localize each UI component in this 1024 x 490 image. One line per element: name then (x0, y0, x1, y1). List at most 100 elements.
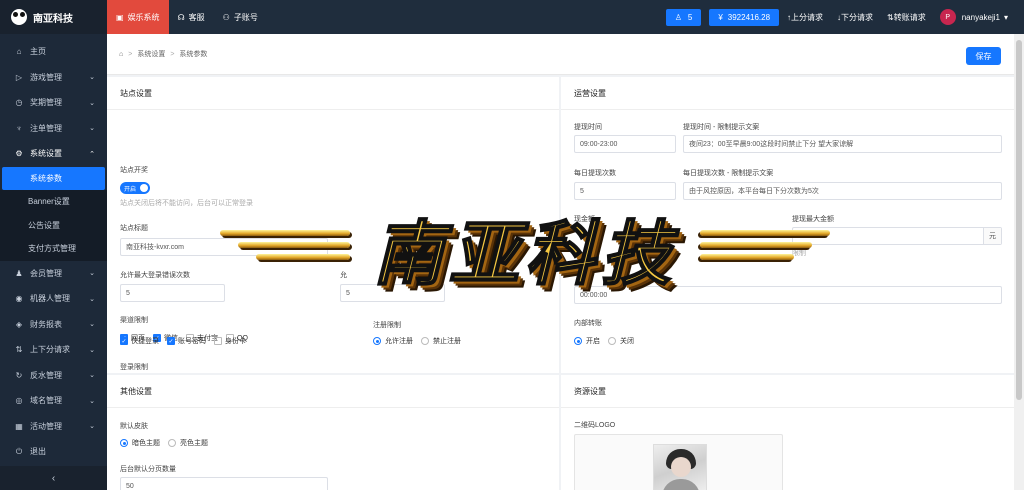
user-icon: ♙ (674, 12, 682, 22)
input-value: 5 (346, 289, 350, 297)
resources-card: 资源设置 二维码LOGO (561, 375, 1014, 490)
chevron-left-icon: ‹ (51, 472, 56, 484)
transfer-request-link[interactable]: ⇅转账请求 (887, 12, 926, 23)
sidebar-sub-banner[interactable]: Banner设置 (0, 190, 107, 214)
sidebar-sub-params[interactable]: 系统参数 (2, 166, 105, 190)
sidebar-item-robots[interactable]: ◉ 机器人管理 ⌄ (0, 286, 107, 312)
page-size-input[interactable]: 50 (120, 477, 328, 490)
login-password-checkbox[interactable]: ✓ 账号密码 (167, 336, 206, 346)
balance-button[interactable]: ¥ 3922416.28 (709, 8, 780, 26)
sidebar-item-label: 反水管理 (30, 370, 62, 380)
register-deny-radio[interactable]: 禁止注册 (421, 336, 461, 346)
sidebar-item-rebate[interactable]: ↻ 反水管理 ⌄ (0, 363, 107, 389)
sidebar-menu: ⌂ 主页 ▷ 游戏管理 ⌄ ◷ 奖期管理 ⌄ ♆ 注单管理 ⌄ ⚙ 系统设置 ⌃… (0, 34, 107, 465)
sidebar-item-members[interactable]: ♟ 会员管理 ⌄ (0, 261, 107, 287)
option-label: 允许注册 (385, 338, 413, 345)
login-idcard-checkbox[interactable]: 身份卡 (214, 336, 246, 346)
user-menu[interactable]: P nanyakeji1 ▾ (939, 9, 1008, 25)
qr-logo-upload[interactable] (574, 434, 783, 490)
page-scrollbar[interactable] (1014, 34, 1024, 490)
home-icon[interactable]: ⌂ (119, 51, 123, 58)
option-label: 暗色主题 (132, 440, 160, 447)
max-amount-input[interactable]: 元 (792, 227, 1002, 245)
input-value: 5 (126, 289, 130, 297)
card-title: 运营设置 (561, 77, 1014, 110)
sidebar-item-transfers[interactable]: ⇅ 上下分请求 ⌄ (0, 337, 107, 363)
daily-withdraw-times-label: 每日提现次数 (574, 170, 616, 177)
sidebar-sub-notice[interactable]: 公告设置 (0, 213, 107, 237)
option-label: 账号密码 (178, 338, 206, 345)
scrollbar-thumb[interactable] (1016, 40, 1022, 400)
collapse-sidebar-button[interactable]: ‹ (0, 466, 107, 490)
internal-off-radio[interactable]: 关闭 (608, 336, 634, 346)
sidebar-item-domains[interactable]: ◎ 域名管理 ⌄ (0, 388, 107, 414)
check-icon: ✓ (167, 337, 175, 345)
topbar: ▣ 娱乐系统 ☊ 客服 ⚇ 子账号 ♙ 5 ¥ 3922416.28 ↑上分请求… (107, 0, 1024, 34)
internal-transfer-group: 开启 关闭 (574, 336, 642, 346)
down-request-label: 下分请求 (841, 12, 874, 22)
report-icon: ◈ (15, 319, 23, 329)
withdraw-time-input[interactable]: 09:00-23:00 (574, 135, 676, 153)
chevron-down-icon: ⌄ (89, 372, 95, 380)
sidebar-item-finance[interactable]: ◈ 财务报表 ⌄ (0, 312, 107, 338)
radio-dot (120, 439, 128, 447)
gear-icon: ⚙ (15, 149, 23, 159)
sidebar-item-periods[interactable]: ◷ 奖期管理 ⌄ (0, 90, 107, 116)
main-content: ⌂ > 系统设置 > 系统参数 保存 站点设置 站点开奖 开启 站点关闭后将不能… (107, 34, 1014, 490)
chevron-down-icon: ⌄ (89, 423, 95, 431)
topnav-subaccount[interactable]: ⚇ 子账号 (214, 0, 267, 34)
chevron-down-icon: ⌄ (89, 321, 95, 329)
time-input[interactable]: 00:00:00 (574, 286, 1002, 304)
sidebar-item-bets[interactable]: ♆ 注单管理 ⌄ (0, 116, 107, 142)
checkbox-box (214, 337, 222, 345)
skin-light-radio[interactable]: 亮色主题 (168, 438, 208, 448)
save-button[interactable]: 保存 (966, 47, 1001, 65)
transfer-icon: ⇅ (15, 345, 23, 355)
breadcrumb: ⌂ > 系统设置 > 系统参数 (119, 49, 207, 59)
caret-down-icon: ▾ (1003, 12, 1008, 22)
topnav-service[interactable]: ☊ 客服 (169, 0, 214, 34)
home-icon: ⌂ (16, 47, 22, 57)
label-fragment: 金额 (581, 216, 595, 223)
site-open-toggle[interactable]: 开启 (120, 182, 150, 194)
login-quick-checkbox[interactable]: ✓ 快捷登录 (120, 336, 159, 346)
max-login-errors-input[interactable]: 5 (120, 284, 225, 302)
site-title-input[interactable]: 南亚科技-kvxr.com (120, 238, 328, 256)
sidebar-item-system[interactable]: ⚙ 系统设置 ⌃ (0, 141, 107, 167)
max-amount-hint: 限制 (792, 250, 806, 257)
topnav-label: 娱乐系统 (127, 12, 160, 22)
daily-withdraw-times-input[interactable]: 5 (574, 182, 676, 200)
transfer-icon: ⇅ (887, 12, 894, 22)
chevron-down-icon: ⌄ (89, 125, 95, 133)
chevron-down-icon: ⌄ (89, 270, 95, 278)
transfer-request-label: 转账请求 (893, 12, 926, 22)
users-icon: ⚇ (222, 12, 230, 22)
up-request-link[interactable]: ↑上分请求 (787, 12, 823, 23)
breadcrumb-item[interactable]: 系统设置 (137, 49, 165, 59)
sidebar-item-home[interactable]: ⌂ 主页 (0, 39, 107, 65)
internal-on-radio[interactable]: 开启 (574, 336, 600, 346)
clock-icon: ◷ (15, 98, 23, 108)
second-limit-input[interactable]: 5 (340, 284, 445, 302)
max-login-errors-label: 允许最大登录错误次数 (120, 272, 190, 279)
sidebar: 南亚科技 ⌂ 主页 ▷ 游戏管理 ⌄ ◷ 奖期管理 ⌄ ♆ 注单管理 ⌄ ⚙ 系… (0, 0, 107, 490)
down-request-link[interactable]: ↓下分请求 (837, 12, 873, 23)
sidebar-item-activities[interactable]: ▦ 活动管理 ⌄ (0, 414, 107, 440)
sidebar-sub-payment[interactable]: 支付方式管理 (0, 237, 107, 261)
login-limit-group: ✓ 快捷登录 ✓ 账号密码 身份卡 (120, 336, 254, 346)
rebate-icon: ↻ (15, 370, 23, 380)
default-skin-label: 默认皮肤 (120, 423, 148, 430)
body-shape (662, 479, 700, 490)
top-nav: ▣ 娱乐系统 ☊ 客服 ⚇ 子账号 (107, 0, 267, 34)
site-switch-label: 站点开奖 (120, 167, 148, 174)
topnav-entertainment[interactable]: ▣ 娱乐系统 (107, 0, 169, 34)
withdraw-time-msg-input[interactable]: 夜间23：00至早晨9:00这段时间禁止下分 望大家谅解 (683, 135, 1002, 153)
daily-withdraw-msg-input[interactable]: 由于风控原因，本平台每日下分次数为5次 (683, 182, 1002, 200)
online-count-button[interactable]: ♙ 5 (665, 8, 702, 26)
register-allow-radio[interactable]: 允许注册 (373, 336, 413, 346)
sidebar-item-logout[interactable]: ⏻ 退出 (0, 439, 107, 465)
brand[interactable]: 南亚科技 (0, 0, 107, 34)
skin-dark-radio[interactable]: 暗色主题 (120, 438, 160, 448)
sidebar-item-games[interactable]: ▷ 游戏管理 ⌄ (0, 65, 107, 91)
option-label: 开启 (586, 338, 600, 345)
